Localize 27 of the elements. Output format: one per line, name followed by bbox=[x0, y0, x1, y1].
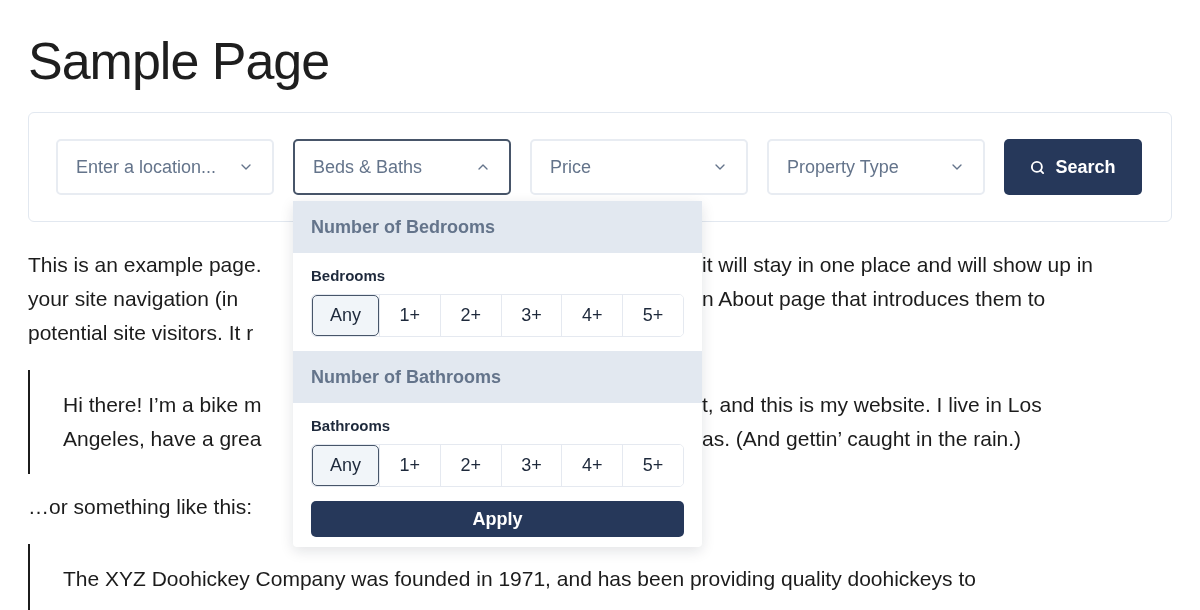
option-button[interactable]: Any bbox=[312, 445, 379, 486]
text-line: n About page that introduces them to bbox=[702, 286, 1046, 312]
text-line: potential site visitors. It r bbox=[28, 321, 254, 344]
text-line: This is an example page. bbox=[28, 253, 262, 276]
text-line: The XYZ Doohickey Company was founded in 1971, and has been providing quality doohickeys to bbox=[63, 566, 976, 592]
text-line: your site navigation (in bbox=[28, 287, 239, 310]
section-heading: Number of Bathrooms bbox=[293, 351, 702, 403]
text-line: as. (And gettin’ caught in the rain.) bbox=[702, 426, 1022, 452]
text-line: it will stay in one place and will show up in bbox=[702, 252, 1094, 278]
option-button[interactable]: Any bbox=[312, 295, 379, 336]
text-line: …or something like this: bbox=[28, 494, 253, 520]
option-label: Bathrooms bbox=[311, 417, 392, 434]
page-title: Sample Page bbox=[28, 31, 331, 92]
filter-dropdown[interactable]: Property Type bbox=[767, 139, 985, 195]
option-label: Bedrooms bbox=[311, 267, 387, 284]
text-line: Hi there! I’m a bike m bbox=[63, 393, 262, 416]
text-line: t, and this is my website. I live in Los bbox=[702, 392, 1042, 418]
section-heading: Number of Bedrooms bbox=[293, 201, 702, 253]
option-button[interactable]: 5+ bbox=[622, 295, 683, 336]
filter-dropdown[interactable]: Beds & Baths bbox=[293, 139, 511, 195]
apply-button[interactable]: Apply bbox=[311, 501, 684, 537]
search-button[interactable]: Search bbox=[1004, 139, 1142, 195]
option-button[interactable]: 5+ bbox=[622, 445, 683, 486]
search-icon bbox=[1030, 159, 1046, 175]
text-line: Angeles, have a grea bbox=[63, 427, 262, 450]
filter-dropdown[interactable]: Price bbox=[530, 139, 748, 195]
filter-dropdown[interactable]: Enter a location... bbox=[56, 139, 274, 195]
